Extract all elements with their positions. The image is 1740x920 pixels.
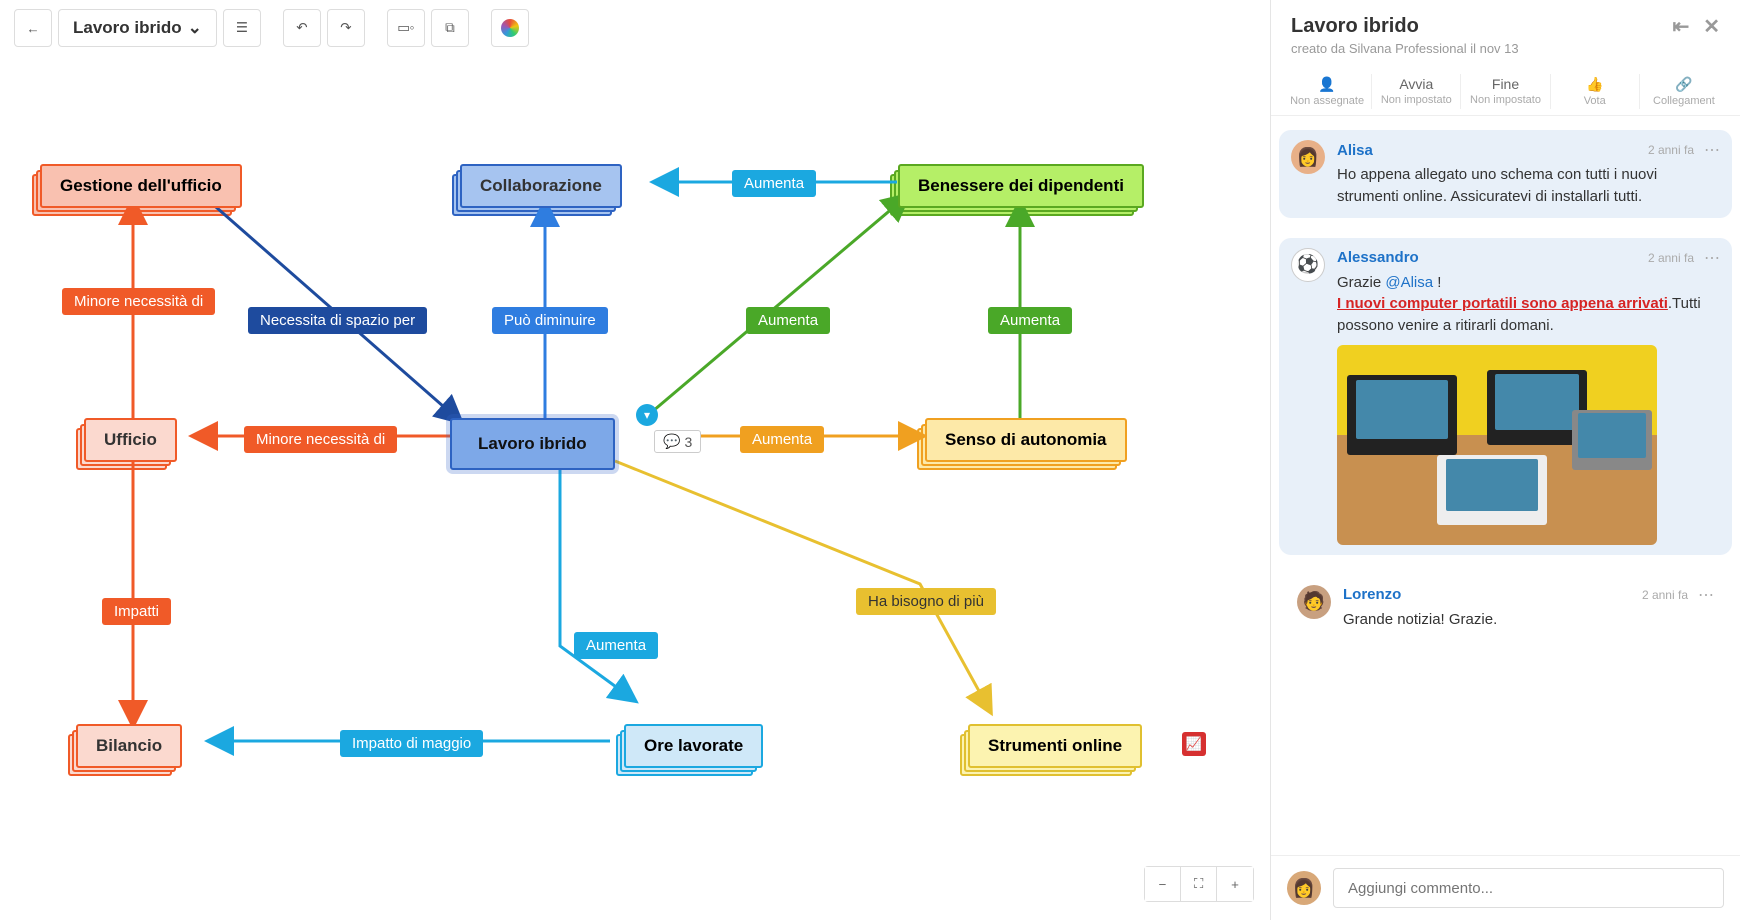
- label: Aumenta: [740, 426, 824, 453]
- sidebar-title: Lavoro ibrido: [1291, 15, 1419, 38]
- node-gestione[interactable]: Gestione dell'ufficio: [40, 164, 242, 208]
- more-icon[interactable]: ⋯: [1704, 248, 1720, 268]
- node-benessere[interactable]: Benessere dei dipendenti: [898, 164, 1144, 208]
- comment-count-badge[interactable]: 💬3: [654, 430, 701, 453]
- label: Può diminuire: [492, 307, 608, 334]
- close-icon[interactable]: ✕: [1703, 14, 1720, 39]
- label: Aumenta: [732, 170, 816, 197]
- comments-sidebar: Lavoro ibrido ⇤ ✕ creato da Silvana Prof…: [1270, 0, 1740, 920]
- collapse-icon[interactable]: ⇤: [1672, 14, 1689, 39]
- image-attachment[interactable]: [1337, 345, 1657, 545]
- comment-item[interactable]: 👩 Alisa2 anni fa⋯ Ho appena allegato uno…: [1279, 130, 1732, 218]
- tab-end[interactable]: FineNon impostato: [1461, 74, 1550, 109]
- zoom-fit-button[interactable]: ⛶: [1181, 867, 1217, 901]
- node-ore[interactable]: Ore lavorate: [624, 724, 763, 768]
- avatar: ⚽: [1291, 248, 1325, 282]
- node-bilancio[interactable]: Bilancio: [76, 724, 182, 768]
- layout-button-2[interactable]: ⧉: [431, 9, 469, 47]
- label: Aumenta: [746, 307, 830, 334]
- node-collab[interactable]: Collaborazione: [460, 164, 622, 208]
- comment-input-bar: 👩: [1271, 855, 1740, 920]
- tab-vote[interactable]: 👍Vota: [1551, 74, 1640, 109]
- zoom-out-button[interactable]: −: [1145, 867, 1181, 901]
- label: Impatto di maggio: [340, 730, 483, 757]
- inline-link[interactable]: I nuovi computer portatili sono appena a…: [1337, 295, 1668, 312]
- label: Aumenta: [574, 632, 658, 659]
- comment-item[interactable]: 🧑 Lorenzo2 anni fa⋯ Grande notizia! Graz…: [1285, 575, 1726, 641]
- node-strumenti[interactable]: Strumenti online: [968, 724, 1142, 768]
- label: Aumenta: [988, 307, 1072, 334]
- node-senso[interactable]: Senso di autonomia: [925, 418, 1127, 462]
- redo-button[interactable]: ↷: [327, 9, 365, 47]
- mention[interactable]: @Alisa: [1385, 274, 1433, 291]
- label: Minore necessità di: [244, 426, 397, 453]
- tab-links[interactable]: 🔗Collegament: [1640, 74, 1728, 109]
- tab-assignee[interactable]: 👤Non assegnate: [1283, 74, 1372, 109]
- back-button[interactable]: ←: [14, 9, 52, 47]
- avatar: 👩: [1287, 871, 1321, 905]
- comments-list: 👩 Alisa2 anni fa⋯ Ho appena allegato uno…: [1271, 116, 1740, 855]
- label: Necessita di spazio per: [248, 307, 427, 334]
- tab-start[interactable]: AvviaNon impostato: [1372, 74, 1461, 109]
- label: Minore necessità di: [62, 288, 215, 315]
- more-icon[interactable]: ⋯: [1698, 585, 1714, 605]
- comment-item[interactable]: ⚽ Alessandro2 anni fa⋯ Grazie @Alisa ! I…: [1279, 238, 1732, 555]
- more-icon[interactable]: ⋯: [1704, 140, 1720, 160]
- zoom-in-button[interactable]: +: [1217, 867, 1253, 901]
- node-ufficio[interactable]: Ufficio: [84, 418, 177, 462]
- theme-button[interactable]: [491, 9, 529, 47]
- layout-button-1[interactable]: ▭◦: [387, 9, 425, 47]
- map-title-dropdown[interactable]: Lavoro ibrido⌄: [58, 9, 217, 47]
- zoom-controls: − ⛶ +: [1144, 866, 1254, 902]
- attachment-icon[interactable]: 📈: [1182, 732, 1206, 756]
- label: Impatti: [102, 598, 171, 625]
- undo-button[interactable]: ↶: [283, 9, 321, 47]
- label: Ha bisogno di più: [856, 588, 996, 615]
- avatar: 👩: [1291, 140, 1325, 174]
- node-center[interactable]: Lavoro ibrido: [450, 418, 615, 470]
- menu-button[interactable]: ☰: [223, 9, 261, 47]
- sidebar-tabs: 👤Non assegnate AvviaNon impostato FineNo…: [1271, 66, 1740, 116]
- avatar: 🧑: [1297, 585, 1331, 619]
- node-indicator[interactable]: ▾: [636, 404, 658, 426]
- mindmap-canvas[interactable]: Gestione dell'ufficio Ufficio Bilancio C…: [0, 56, 1270, 920]
- comment-input[interactable]: [1333, 868, 1724, 908]
- sidebar-subtitle: creato da Silvana Professional il nov 13: [1291, 41, 1720, 56]
